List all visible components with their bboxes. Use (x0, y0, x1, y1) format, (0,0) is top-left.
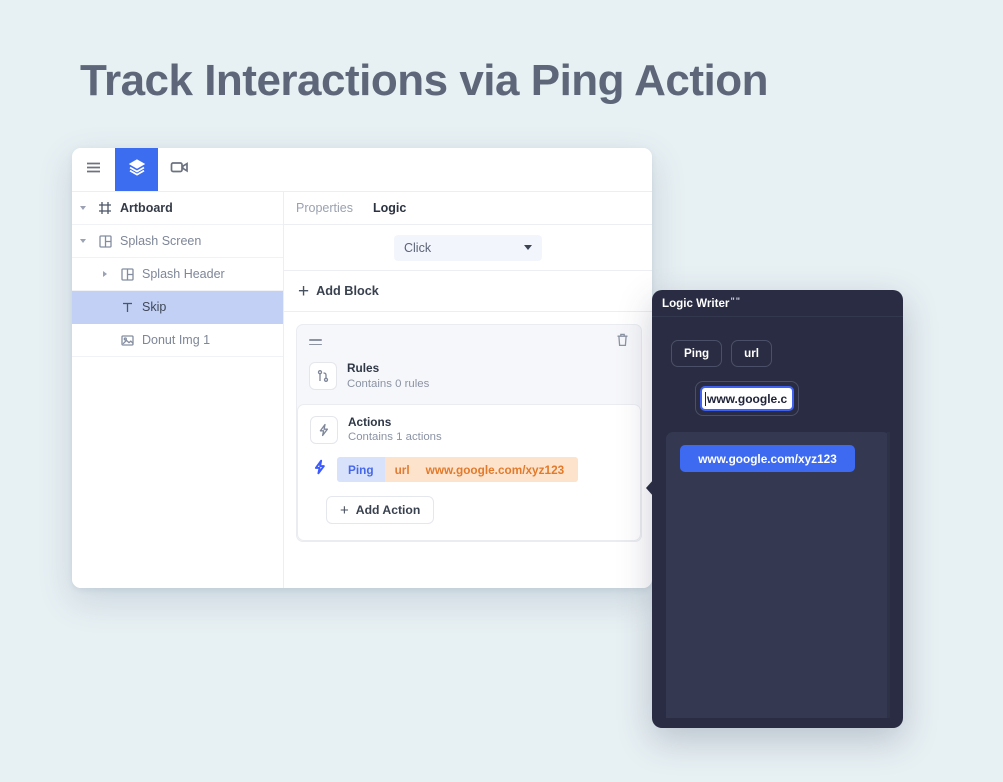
tree-item-label: Skip (142, 300, 167, 314)
caret-right-icon[interactable] (94, 271, 116, 277)
tree-item-artboard[interactable]: Artboard (72, 192, 283, 225)
blocks-area: Rules Contains 0 rules Actions Contains … (284, 312, 652, 588)
layers-icon (128, 158, 146, 181)
logic-panel: Properties Logic Click + Add Block Rules… (284, 192, 652, 588)
actions-title: Actions (348, 414, 392, 429)
action-param-key: url (384, 457, 420, 483)
record-video-button[interactable] (158, 148, 201, 191)
tree-item-label: Splash Header (142, 267, 225, 281)
plus-icon: + (298, 280, 310, 302)
logic-writer-panel: Logic Writer "" Ping url www.google.c ww… (652, 290, 903, 728)
tree-item-label: Artboard (120, 201, 173, 215)
action-name-chip: Ping (337, 457, 385, 483)
trigger-select-value: Click (404, 240, 432, 255)
add-block-button[interactable]: + Add Block (284, 271, 652, 312)
layout-frame-icon (116, 267, 138, 281)
layer-tree: Artboard Splash Screen Splash Header Ski… (72, 192, 284, 588)
hamburger-menu-button[interactable] (72, 148, 115, 191)
tree-item-splash-header[interactable]: Splash Header (72, 258, 283, 291)
app-window: Artboard Splash Screen Splash Header Ski… (72, 148, 652, 588)
chevron-down-icon (524, 245, 532, 250)
logic-writer-title: Logic Writer "" (662, 296, 741, 311)
layers-button[interactable] (115, 148, 158, 191)
add-block-label: Add Block (316, 284, 379, 298)
plus-icon: + (340, 501, 349, 519)
action-bolt-icon (310, 415, 338, 444)
app-toolbar (72, 148, 652, 192)
video-camera-icon (170, 159, 189, 180)
text-cursor (705, 391, 706, 406)
action-row-ping[interactable]: Ping url www.google.com/xyz123 (298, 457, 640, 483)
suggestion-item[interactable]: www.google.com/xyz123 (680, 445, 855, 472)
tree-item-donut-img-1[interactable]: Donut Img 1 (72, 324, 283, 357)
layout-frame-icon (94, 234, 116, 248)
rules-section[interactable]: Rules Contains 0 rules (297, 359, 641, 404)
action-chip-group: Ping url www.google.com/xyz123 (337, 457, 579, 483)
app-body: Artboard Splash Screen Splash Header Ski… (72, 192, 652, 588)
block-header (297, 325, 641, 359)
actions-section[interactable]: Actions Contains 1 actions (298, 413, 640, 458)
page-title: Track Interactions via Ping Action (80, 56, 769, 105)
lw-chip-url[interactable]: url (731, 340, 772, 367)
actions-subtitle: Contains 1 actions (348, 431, 442, 444)
actions-text: Actions Contains 1 actions (348, 415, 442, 446)
trigger-select[interactable]: Click (394, 234, 542, 261)
caret-down-icon[interactable] (72, 239, 94, 243)
logic-writer-chips: Ping url (671, 340, 772, 367)
tree-item-skip[interactable]: Skip (72, 291, 283, 324)
logic-writer-divider (652, 316, 903, 317)
tab-properties[interactable]: Properties (296, 201, 353, 215)
trigger-bar: Click (284, 225, 652, 271)
caret-down-icon[interactable] (72, 206, 94, 210)
panel-tabs: Properties Logic (284, 192, 652, 225)
text-type-icon (116, 301, 138, 314)
tree-item-label: Donut Img 1 (142, 333, 211, 347)
bolt-icon (312, 459, 328, 480)
artboard-frame-icon (94, 201, 116, 215)
logic-writer-title-text: Logic Writer (662, 297, 730, 310)
action-param-value: www.google.com/xyz123 (419, 457, 579, 483)
hamburger-menu-icon (85, 159, 102, 181)
logic-block-card: Rules Contains 0 rules Actions Contains … (296, 324, 642, 543)
rules-branch-icon (309, 362, 337, 391)
add-action-label: Add Action (355, 503, 421, 518)
logic-writer-input[interactable]: www.google.c (700, 386, 794, 411)
logic-writer-input-value: www.google.c (707, 391, 788, 406)
suggestions-scrollbar[interactable] (887, 432, 890, 718)
add-action-button[interactable]: + Add Action (326, 496, 435, 525)
actions-card: Actions Contains 1 actions Ping url www.… (297, 403, 641, 542)
rules-subtitle: Contains 0 rules (347, 377, 430, 390)
lw-chip-ping[interactable]: Ping (671, 340, 723, 367)
logic-writer-suggestions: www.google.com/xyz123 (666, 432, 890, 718)
image-icon (116, 334, 138, 347)
tab-logic[interactable]: Logic (373, 201, 406, 215)
tree-item-splash-screen[interactable]: Splash Screen (72, 225, 283, 258)
rules-title: Rules (347, 361, 380, 375)
drag-handle-icon[interactable] (309, 338, 322, 346)
rules-text: Rules Contains 0 rules (347, 361, 429, 392)
logic-writer-input-shell: www.google.c (695, 381, 799, 416)
add-action-wrap: + Add Action (298, 482, 640, 540)
tree-item-label: Splash Screen (120, 234, 202, 248)
trash-icon[interactable] (616, 333, 629, 352)
logic-writer-title-suffix: "" (730, 296, 741, 306)
